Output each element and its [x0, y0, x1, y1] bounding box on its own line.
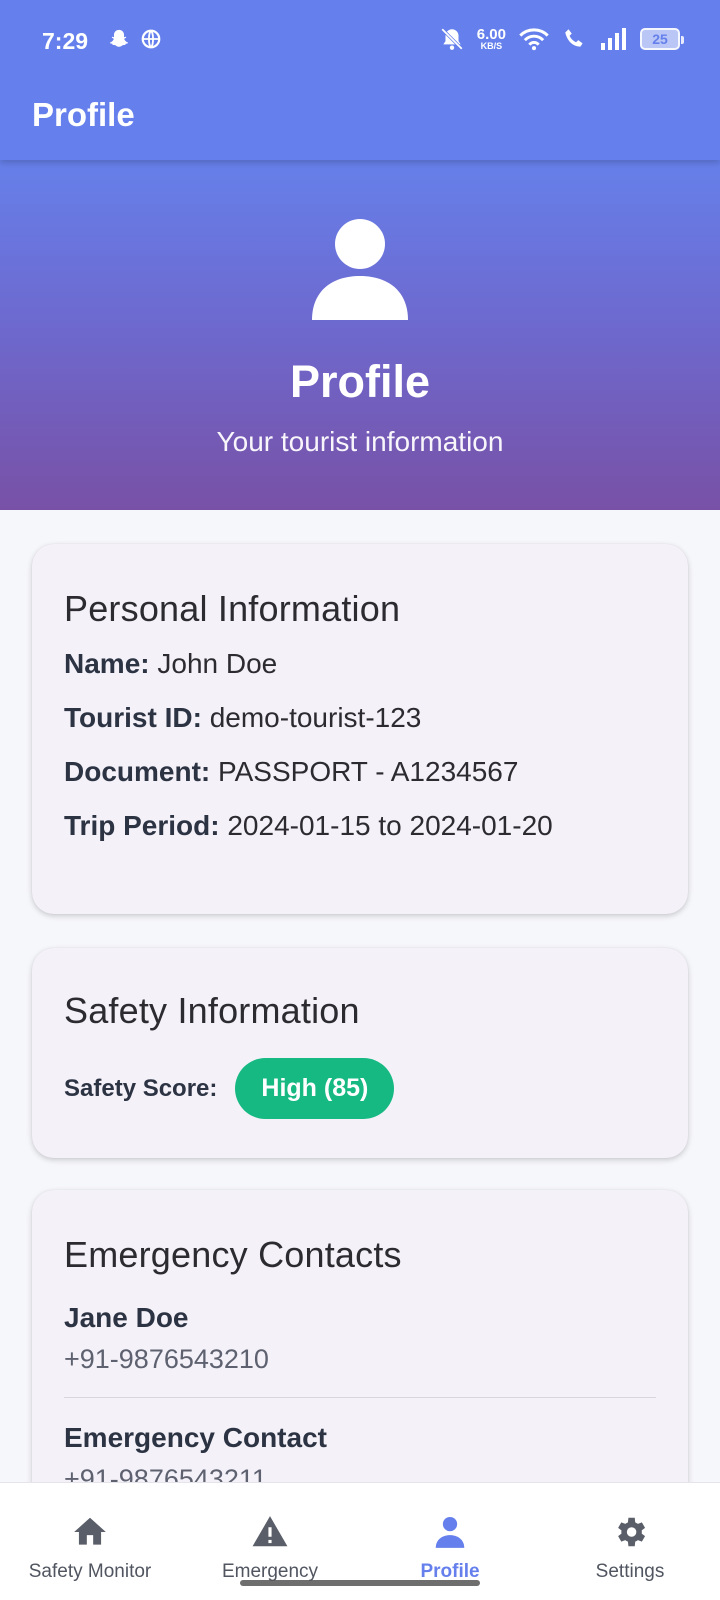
person-icon: [312, 219, 408, 320]
network-speed: 6.00 KB/S: [477, 27, 506, 51]
info-label: Name:: [64, 648, 150, 679]
info-value: 2024-01-15 to 2024-01-20: [227, 810, 553, 841]
signal-icon: [601, 28, 626, 50]
contact-name: Jane Doe: [64, 1302, 189, 1333]
hero-subtitle: Your tourist information: [216, 426, 504, 457]
nav-label: Safety Monitor: [28, 1561, 152, 1582]
info-value: John Doe: [157, 648, 278, 679]
hero-title: Profile: [289, 356, 431, 407]
info-value: PASSPORT - A1234567: [218, 756, 519, 787]
snapchat-icon: [109, 29, 129, 47]
info-row-document: Document: PASSPORT - A1234567: [64, 756, 656, 788]
contact-name: Emergency Contact: [64, 1422, 327, 1453]
safety-score-row: Safety Score: High (85): [64, 1058, 656, 1119]
wifi-call-icon: [565, 29, 583, 47]
gear-icon: [618, 1517, 646, 1547]
person-icon: [435, 1516, 465, 1548]
network-speed-value: 6.00: [476, 26, 506, 43]
battery-icon: 25: [640, 28, 684, 50]
safety-info-card: Safety Information Safety Score: High (8…: [32, 948, 688, 1158]
profile-hero: Profile Your tourist information: [0, 160, 720, 510]
gesture-bar[interactable]: [240, 1580, 480, 1586]
safety-score-badge: High (85): [235, 1058, 395, 1119]
emergency-contacts-heading: Emergency Contacts: [64, 1234, 402, 1275]
emergency-contacts-card: Emergency Contacts Jane Doe +91-98765432…: [32, 1190, 688, 1530]
status-time: 7:29: [42, 28, 89, 54]
info-label: Document:: [64, 756, 211, 787]
info-value: demo-tourist-123: [209, 702, 422, 733]
top-bar: 7:29 6.00 KB/S 25 Profile: [0, 0, 720, 160]
nav-label: Settings: [595, 1561, 665, 1582]
home-icon: [74, 1517, 106, 1545]
network-speed-unit: KB/S: [480, 41, 503, 51]
info-row-tourist-id: Tourist ID: demo-tourist-123: [64, 702, 656, 734]
info-row-name: Name: John Doe: [64, 648, 656, 680]
personal-info-heading: Personal Information: [64, 588, 401, 629]
nav-safety-monitor[interactable]: Safety Monitor: [0, 1483, 180, 1600]
nav-settings[interactable]: Settings: [540, 1483, 720, 1600]
status-notification-icons: [108, 28, 162, 50]
personal-info-card: Personal Information Name: John Doe Tour…: [32, 544, 688, 914]
app-bar-title: Profile: [32, 96, 135, 133]
contact-phone[interactable]: +91-9876543210: [64, 1344, 656, 1375]
vpn-globe-icon: [141, 29, 161, 49]
warning-icon: [252, 1516, 288, 1547]
info-label: Trip Period:: [64, 810, 220, 841]
contact-item[interactable]: Jane Doe +91-9876543210: [64, 1302, 656, 1398]
info-label: Tourist ID:: [64, 702, 202, 733]
safety-score-label: Safety Score:: [64, 1074, 218, 1102]
status-system-icons: 6.00 KB/S 25: [439, 26, 684, 52]
wifi-icon: [519, 28, 549, 51]
safety-info-heading: Safety Information: [64, 990, 360, 1031]
info-row-trip-period: Trip Period: 2024-01-15 to 2024-01-20: [64, 810, 656, 842]
bell-off-icon: [440, 28, 463, 50]
status-bar: 7:29 6.00 KB/S 25: [0, 0, 720, 82]
